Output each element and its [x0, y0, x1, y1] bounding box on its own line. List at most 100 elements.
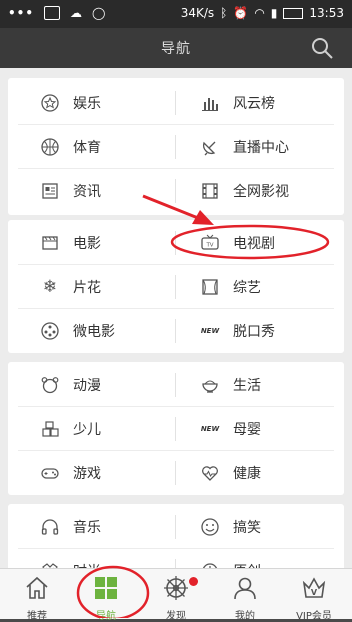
nav-item-label: 综艺 [233, 279, 261, 296]
film-reel-icon [41, 321, 59, 340]
nav-item-label: 母婴 [233, 421, 261, 438]
heart-pulse-icon [201, 464, 219, 482]
nav-item-gaoxiao[interactable]: 搞笑 [176, 505, 344, 548]
list-row: 电影 TV 电视剧 [8, 221, 344, 264]
snowflake-icon: ❄ [42, 276, 58, 297]
basketball-icon [41, 137, 59, 156]
bowl-icon [201, 376, 219, 394]
wifi-icon: ◠ [254, 6, 265, 20]
tab-label: VIP会员 [296, 611, 332, 622]
section-card-3: 动漫 生活 少儿 NEW 母婴 游戏 健康 [8, 362, 344, 495]
image-icon [44, 6, 61, 20]
nav-item-zixun[interactable]: 资讯 [8, 169, 176, 212]
nav-item-label: 原创 [233, 561, 261, 569]
list-row: 少儿 NEW 母婴 [8, 407, 344, 450]
tab-wode[interactable]: 我的 [210, 569, 280, 622]
status-right: 34K/s ᛒ ⏰ ◠ ▮ 13:53 [181, 6, 344, 20]
nav-item-label: 资讯 [73, 183, 101, 200]
nav-content[interactable]: 娱乐 风云榜 体育 直播中心 资讯 全网影视 电影 TV 电视剧 ❄ 片花 综艺… [0, 68, 352, 568]
nav-item-quanwangyingshi[interactable]: 全网影视 [176, 169, 344, 212]
nav-item-fengyunbang[interactable]: 风云榜 [176, 81, 344, 124]
list-row: 娱乐 风云榜 [8, 81, 344, 124]
list-row: 时尚 原创 [8, 549, 344, 568]
nav-item-tiyu[interactable]: 体育 [8, 125, 176, 168]
nav-item-label: 风云榜 [233, 95, 275, 112]
nav-item-label: 微电影 [73, 323, 115, 340]
nav-item-dianshiju[interactable]: TV 电视剧 [176, 221, 344, 264]
more-icon: ••• [8, 6, 35, 20]
star-circle-icon [41, 93, 59, 112]
nav-item-shishang[interactable]: 时尚 [8, 549, 176, 568]
nav-item-muying[interactable]: NEW 母婴 [176, 407, 344, 450]
app-header: 导航 [0, 28, 352, 68]
tab-daohang[interactable]: 导航 [71, 569, 141, 622]
clapperboard-icon [41, 234, 59, 252]
svg-text:TV: TV [205, 242, 213, 248]
status-time: 13:53 [309, 6, 344, 20]
tab-vip[interactable]: V VIP会员 [279, 569, 349, 622]
headphones-icon [41, 518, 59, 536]
grid-icon [95, 577, 117, 599]
signal-icon: ▮ [270, 6, 278, 20]
nav-item-label: 音乐 [73, 519, 101, 536]
chat-icon: ◯ [92, 6, 106, 20]
alarm-icon: ⏰ [233, 6, 249, 20]
page-title: 导航 [161, 41, 191, 57]
home-icon [26, 576, 48, 599]
nav-item-label: 生活 [233, 377, 261, 394]
nav-item-dianying[interactable]: 电影 [8, 221, 176, 264]
nav-item-label: 片花 [73, 279, 101, 296]
nav-item-label: 电视剧 [233, 235, 275, 252]
nav-item-label: 娱乐 [73, 95, 101, 112]
nav-item-label: 健康 [233, 465, 261, 482]
news-icon [41, 182, 59, 200]
bottom-tab-bar: 推荐 导航 发现 我的 V VIP会员 [0, 568, 352, 622]
nav-item-label: 脱口秀 [233, 323, 275, 340]
list-row: 游戏 健康 [8, 451, 344, 494]
list-row: 资讯 全网影视 [8, 169, 344, 212]
nav-item-zhibo[interactable]: 直播中心 [176, 125, 344, 168]
cloud-icon: ☁ [70, 6, 83, 20]
section-card-1: 娱乐 风云榜 体育 直播中心 资讯 全网影视 [8, 78, 344, 215]
nav-item-dongman[interactable]: 动漫 [8, 363, 176, 406]
tab-faxian[interactable]: 发现 [141, 569, 211, 622]
nav-item-jiankang[interactable]: 健康 [176, 451, 344, 494]
nav-item-yuanchuang[interactable]: 原创 [176, 549, 344, 568]
user-icon [234, 577, 256, 600]
crown-icon: V [302, 577, 326, 598]
new-badge-icon: NEW [200, 326, 220, 335]
tab-label: 我的 [235, 611, 255, 622]
nav-item-label: 直播中心 [233, 139, 289, 156]
list-row: 微电影 NEW 脱口秀 [8, 309, 344, 352]
nav-item-shenghuo[interactable]: 生活 [176, 363, 344, 406]
nav-item-zongyi[interactable]: 综艺 [176, 265, 344, 308]
notification-dot [189, 577, 198, 586]
status-bar: ••• ☁ ◯ 34K/s ᛒ ⏰ ◠ ▮ 13:53 [0, 0, 352, 28]
new-badge-icon: NEW [200, 424, 220, 433]
nav-item-label: 少儿 [73, 421, 101, 438]
film-icon [201, 182, 219, 200]
smiley-icon [201, 517, 219, 536]
nav-item-weidianying[interactable]: 微电影 [8, 309, 176, 352]
nav-item-yinyue[interactable]: 音乐 [8, 505, 176, 548]
tab-label: 推荐 [27, 611, 47, 622]
blocks-icon [41, 420, 59, 438]
nav-item-label: 动漫 [73, 377, 101, 394]
nav-item-shaoer[interactable]: 少儿 [8, 407, 176, 450]
list-row: 体育 直播中心 [8, 125, 344, 168]
nav-item-yule[interactable]: 娱乐 [8, 81, 176, 124]
search-icon[interactable] [310, 36, 334, 60]
nav-item-label: 搞笑 [233, 519, 261, 536]
nav-item-label: 时尚 [73, 561, 101, 569]
section-card-2: 电影 TV 电视剧 ❄ 片花 综艺 微电影 NEW 脱口秀 [8, 220, 344, 353]
nav-item-pianhua[interactable]: ❄ 片花 [8, 265, 176, 308]
list-row: ❄ 片花 综艺 [8, 265, 344, 308]
tab-tuijian[interactable]: 推荐 [2, 569, 72, 622]
tab-label: 发现 [166, 611, 186, 622]
nav-item-tuokouxiu[interactable]: NEW 脱口秀 [176, 309, 344, 352]
nav-item-youxi[interactable]: 游戏 [8, 451, 176, 494]
tv-icon: TV [201, 234, 219, 252]
list-row: 动漫 生活 [8, 363, 344, 406]
satellite-dish-icon [201, 138, 219, 156]
battery-icon [283, 7, 304, 19]
